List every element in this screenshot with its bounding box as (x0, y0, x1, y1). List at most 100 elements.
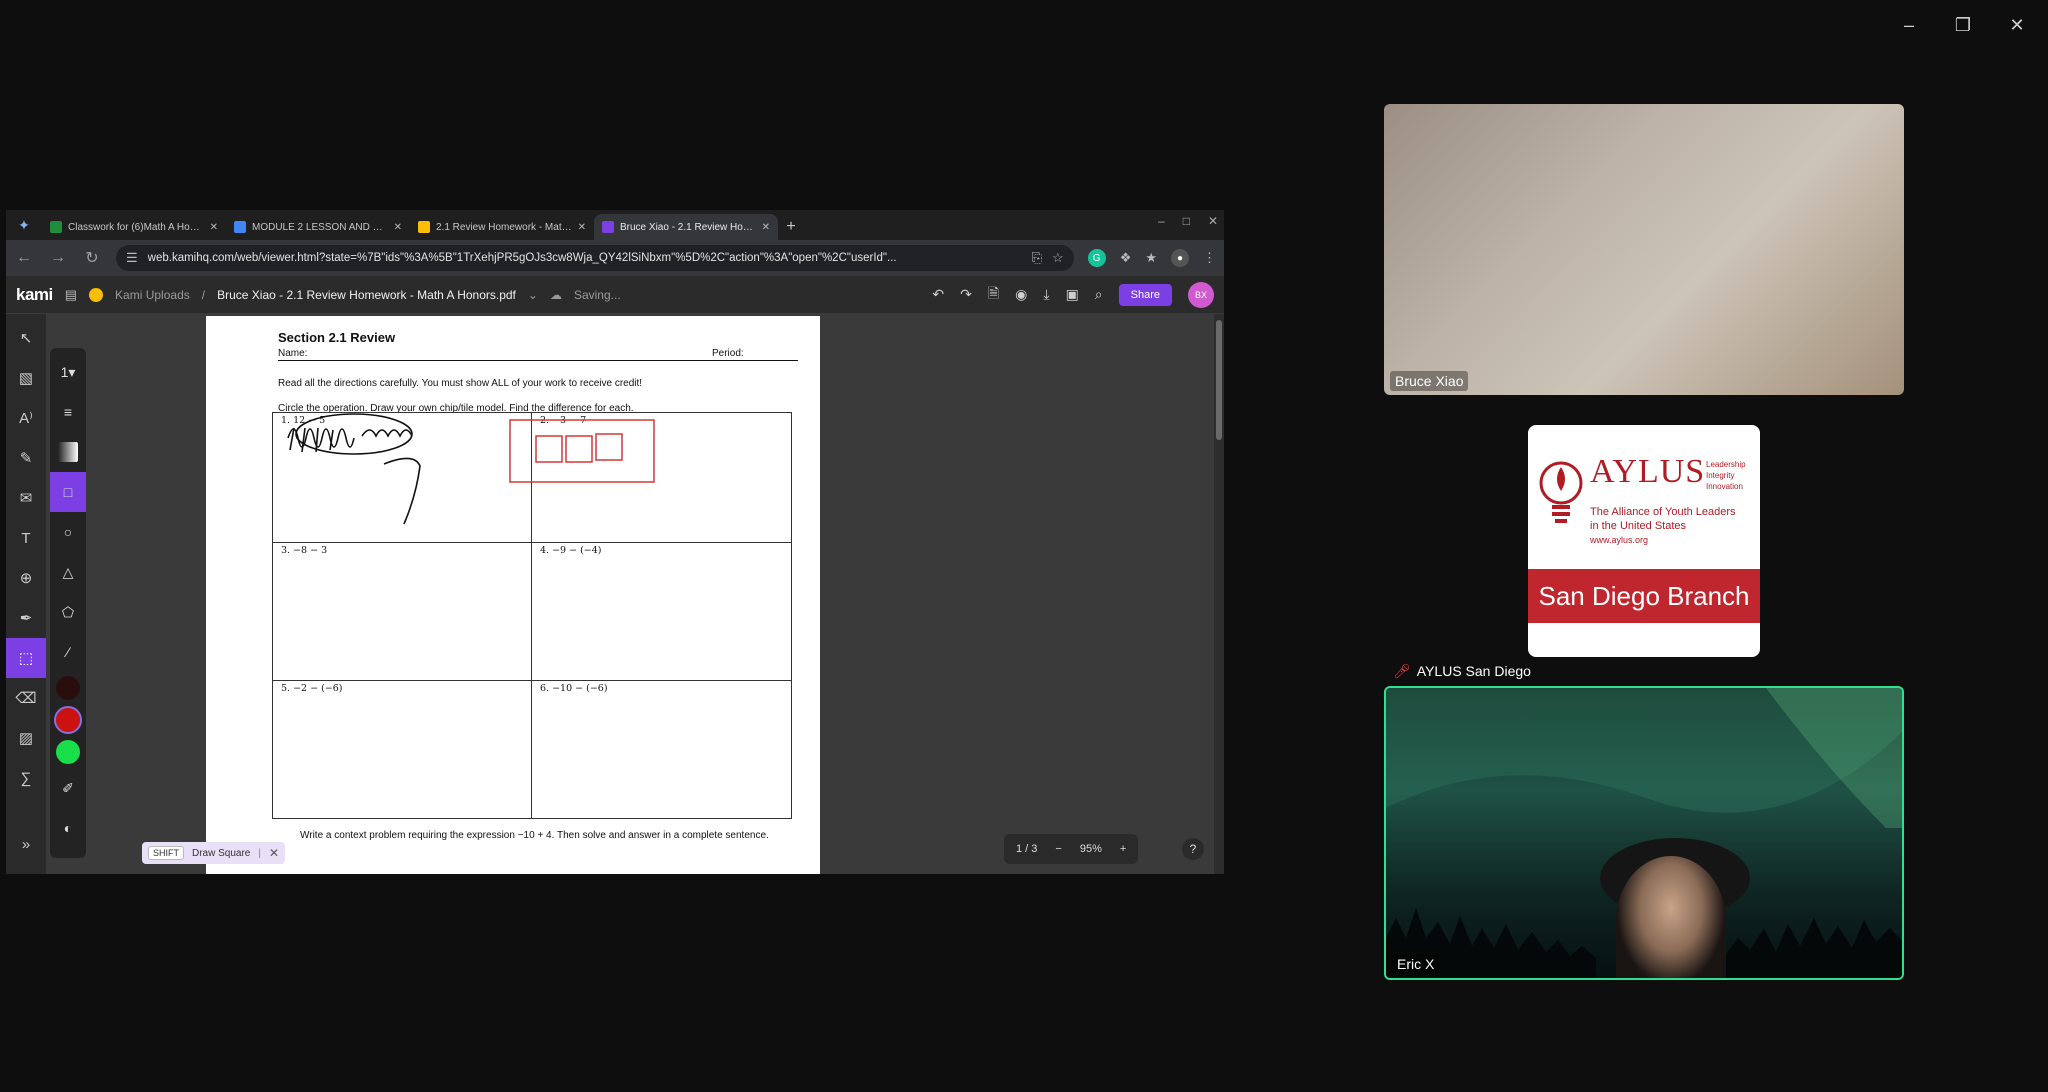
address-bar: ← → ↻ ☰ web.kamihq.com/web/viewer.html?s… (6, 240, 1224, 276)
scrollbar-thumb[interactable] (1216, 320, 1222, 440)
page-indicator[interactable]: 1 / 3 (1016, 843, 1037, 855)
forward-icon[interactable]: → (48, 249, 68, 267)
tab-close-icon[interactable]: ✕ (578, 222, 586, 233)
vertical-scrollbar[interactable] (1214, 314, 1224, 874)
hint-divider: | (258, 847, 261, 859)
zoom-in-button[interactable]: + (1120, 843, 1126, 855)
stroke-size-select[interactable]: 1 ▾ (50, 352, 86, 392)
color-swatch-red[interactable] (54, 706, 82, 734)
left-tool-rail: ↖ ▧ A⁾ ✎ ✉ T ⊕ ✒ ⬚ ⌫ ▨ ∑ » (6, 314, 46, 874)
triangle-shape-icon[interactable]: △ (50, 552, 86, 592)
shortcut-hint: SHIFT Draw Square | ✕ (142, 842, 286, 864)
snapshot-icon[interactable]: ▨ (6, 718, 46, 758)
download-icon[interactable]: ⤓ (1043, 286, 1049, 303)
tab-module-2[interactable]: MODULE 2 LESSON AND HOMEWORK ✕ (226, 214, 410, 240)
color-swatch-green[interactable] (56, 740, 80, 764)
shapes-tool-icon[interactable]: ⬚ (6, 638, 46, 678)
comment-icon[interactable]: ✉ (6, 478, 46, 518)
line-shape-icon[interactable]: ∕ (50, 632, 86, 672)
grammarly-extension-icon[interactable]: G (1087, 249, 1106, 267)
browser-menu-icon[interactable]: ⋮ (1203, 250, 1216, 266)
line-style-icon[interactable]: ≡ (50, 392, 86, 432)
browser-minimize-icon[interactable]: – (1158, 214, 1165, 228)
circle-shape-icon[interactable]: ○ (50, 512, 86, 552)
bookmarks-icon[interactable]: ★ (1145, 250, 1157, 266)
text-tool-icon[interactable]: T (6, 518, 46, 558)
equation-tool-icon[interactable]: ∑ (6, 758, 46, 798)
site-settings-icon[interactable]: ☰ (126, 250, 138, 266)
mic-muted-icon: 🎤︎ (1393, 663, 1411, 679)
aylus-logo: AYLUS Leadership Integrity Innovation Th… (1528, 425, 1760, 657)
undo-icon[interactable]: ↶ (932, 286, 944, 303)
zoom-level[interactable]: 95% (1080, 843, 1102, 855)
new-tab-button[interactable]: + (778, 214, 804, 240)
browser-restore-icon[interactable]: □ (1183, 214, 1190, 228)
tab-review-drive[interactable]: 2.1 Review Homework - Math A Honors ✕ (410, 214, 594, 240)
browser-tab-bar: ✦ Classwork for (6)Math A Honors ✕ MODUL… (6, 210, 1224, 240)
document-icon[interactable]: 🗎 (988, 283, 999, 307)
url-input[interactable]: ☰ web.kamihq.com/web/viewer.html?state=%… (116, 245, 1074, 271)
kami-logo[interactable]: kami (16, 285, 53, 305)
video-tile-eric[interactable]: Eric X (1384, 686, 1904, 980)
pentagon-shape-icon[interactable]: ⬠ (50, 592, 86, 632)
kami-workspace: ↖ ▧ A⁾ ✎ ✉ T ⊕ ✒ ⬚ ⌫ ▨ ∑ » 1 ▾ ≡ □ ○ △ ⬠ … (6, 314, 1224, 874)
minimize-icon[interactable]: – (1886, 10, 1932, 40)
kami-toolbar: kami ▤ Kami Uploads / Bruce Xiao - 2.1 R… (6, 276, 1224, 314)
pdf-page[interactable]: Section 2.1 Review Name: Period: Read al… (206, 316, 820, 874)
share-button[interactable]: Share (1118, 283, 1172, 306)
image-tool-icon[interactable]: ▧ (6, 358, 46, 398)
add-media-icon[interactable]: ⊕ (6, 558, 46, 598)
tree-silhouettes (1386, 908, 1902, 978)
eyedropper-icon[interactable]: ✐ (50, 768, 86, 808)
color-swatch-dark[interactable] (56, 676, 80, 700)
docs-favicon-icon (234, 221, 246, 233)
fill-gradient-icon[interactable] (50, 432, 86, 472)
color-palette-icon[interactable]: ◐ (50, 808, 86, 848)
page-zoom-controls: 1 / 3 − 95% + (1004, 834, 1139, 864)
branch-banner: San Diego Branch (1528, 569, 1760, 623)
close-icon[interactable]: ✕ (1994, 10, 2040, 40)
expand-rail-icon[interactable]: » (6, 824, 46, 864)
reload-icon[interactable]: ↻ (82, 248, 102, 268)
chevron-down-icon[interactable]: ⌄ (528, 288, 538, 302)
tab-kami-active[interactable]: Bruce Xiao - 2.1 Review Homework ✕ (594, 214, 778, 240)
search-icon[interactable]: ⌕ (1095, 286, 1103, 303)
lightbulb-torch-icon (1539, 461, 1583, 523)
tab-close-icon[interactable]: ✕ (762, 222, 770, 233)
tab-close-icon[interactable]: ✕ (210, 222, 218, 233)
zoom-out-button[interactable]: − (1055, 843, 1061, 855)
view-eye-icon[interactable]: ◉ (1015, 286, 1027, 303)
participant-name: Eric X (1392, 954, 1440, 974)
pen-tool-icon[interactable]: ✒ (6, 598, 46, 638)
install-app-icon[interactable]: ⎘ (1032, 250, 1042, 266)
square-shape-icon[interactable]: □ (50, 472, 86, 512)
kami-favicon-icon (602, 221, 614, 233)
video-tile-aylus[interactable]: AYLUS Leadership Integrity Innovation Th… (1384, 399, 1904, 686)
tab-classwork[interactable]: Classwork for (6)Math A Honors ✕ (42, 214, 226, 240)
text-to-speech-icon[interactable]: A⁾ (6, 398, 46, 438)
bookmark-star-icon[interactable]: ☆ (1052, 250, 1064, 266)
user-avatar[interactable]: BX (1188, 281, 1214, 308)
restore-icon[interactable]: ❐ (1940, 10, 1986, 40)
browser-close-icon[interactable]: ✕ (1208, 214, 1218, 228)
profile-avatar-icon[interactable]: ● (1171, 249, 1189, 267)
highlighter-icon[interactable]: ✎ (6, 438, 46, 478)
hint-close-icon[interactable]: ✕ (269, 846, 279, 860)
select-tool-icon[interactable]: ↖ (6, 318, 46, 358)
file-name[interactable]: Bruce Xiao - 2.1 Review Homework - Math … (217, 288, 516, 302)
briefcase-icon[interactable]: ▣ (1066, 286, 1079, 303)
help-button[interactable]: ? (1182, 838, 1204, 860)
cloud-sync-icon: ☁ (549, 287, 562, 302)
hint-text: Draw Square (192, 847, 251, 859)
video-tile-bruce[interactable]: Bruce Xiao (1384, 104, 1904, 395)
breadcrumb-root[interactable]: Kami Uploads (115, 288, 190, 302)
outline-panel-icon[interactable]: ▤ (65, 287, 77, 303)
app-menu-icon[interactable]: ✦ (6, 210, 42, 240)
tab-close-icon[interactable]: ✕ (394, 222, 402, 233)
back-icon[interactable]: ← (14, 249, 34, 267)
participant-name: 🎤︎ AYLUS San Diego (1393, 663, 1531, 679)
participant-name: Bruce Xiao (1390, 371, 1469, 391)
redo-icon[interactable]: ↷ (960, 286, 972, 303)
extensions-puzzle-icon[interactable]: ❖ (1120, 250, 1132, 266)
eraser-icon[interactable]: ⌫ (6, 678, 46, 718)
